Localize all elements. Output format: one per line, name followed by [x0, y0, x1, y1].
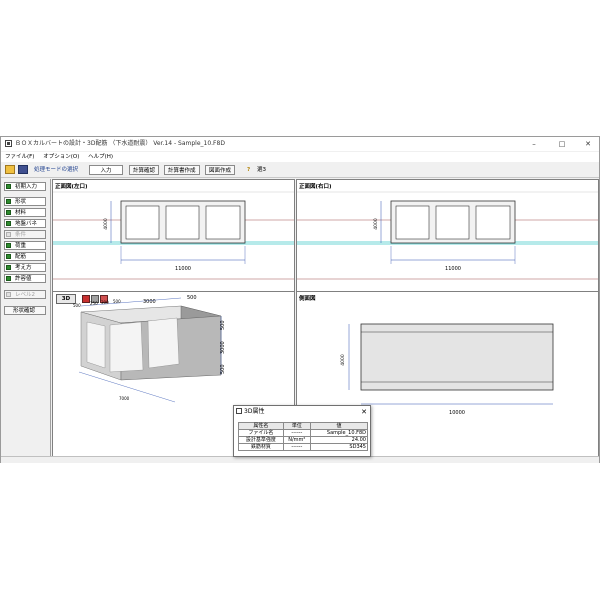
- shape-check-button[interactable]: 形状確認: [4, 306, 46, 315]
- width-dimension: 11000: [445, 266, 461, 272]
- sidebar-item-rebar[interactable]: 配筋: [4, 252, 46, 261]
- header-unit: 単位: [282, 422, 311, 430]
- height-dimension: 4000: [103, 218, 109, 230]
- 3d-right-dim-2: 3000: [220, 341, 226, 354]
- sidebar-item-shape[interactable]: 形状: [4, 197, 46, 206]
- 3d-right-dim-3: 500: [220, 364, 226, 374]
- header-attribute: 属性名: [238, 422, 284, 430]
- sidebar-item-level2[interactable]: レベル2: [4, 290, 46, 299]
- 3d-top-dimension: 3000: [143, 299, 156, 305]
- dialog-close-button[interactable]: ✕: [361, 406, 367, 418]
- table-row[interactable]: 鉄筋材質 ------ SD345: [238, 443, 369, 451]
- 3d-depth-dimension: 7000: [119, 396, 130, 401]
- front-view-left-pane[interactable]: 正面図(左口) 11000 4000: [52, 179, 295, 293]
- sidebar: 初期入力 形状 材料 地盤バネ 条件 荷重 配筋 考え方 許容値 レベル2 形状…: [2, 179, 51, 457]
- length-dimension: 10000: [449, 410, 465, 416]
- mode-select-label: 処理モードの選択: [34, 167, 79, 173]
- table-header-row: 属性名 単位 値: [238, 422, 369, 430]
- sidebar-item-ground-spring[interactable]: 地盤バネ: [4, 219, 46, 228]
- close-button[interactable]: ✕: [579, 137, 597, 151]
- minimize-button[interactable]: –: [525, 137, 543, 151]
- report-create-button[interactable]: 計算書作成: [164, 165, 200, 175]
- check-icon: [6, 199, 11, 204]
- menu-option[interactable]: オプション(O): [43, 154, 79, 160]
- app-icon: [5, 140, 12, 147]
- sidebar-item-load[interactable]: 荷重: [4, 241, 46, 250]
- save-icon[interactable]: [18, 165, 28, 174]
- 3d-small2-dimension: 300: [101, 300, 109, 305]
- drawing-create-button[interactable]: 図面作成: [205, 165, 236, 175]
- sidebar-item-condition[interactable]: 条件: [4, 230, 46, 239]
- check-icon: [6, 276, 11, 281]
- 3d-small1-dimension: 250: [90, 301, 98, 306]
- check-icon: [6, 210, 11, 215]
- width-dimension: 11000: [175, 266, 191, 272]
- front-view-left-drawing: 11000 4000: [53, 191, 294, 280]
- front-view-right-drawing: 11000 4000: [297, 191, 598, 280]
- maximize-button[interactable]: □: [553, 137, 571, 151]
- menu-file[interactable]: ファイル(F): [5, 154, 34, 160]
- sidebar-item-allowable[interactable]: 許容値: [4, 274, 46, 283]
- check-icon: [6, 232, 11, 237]
- front-view-right-pane[interactable]: 正面図(右口) 11000 4000: [296, 179, 599, 293]
- sidebar-item-policy[interactable]: 考え方: [4, 263, 46, 272]
- attribute-table: 属性名 単位 値 ファイル名 ------ Sample_10.F8D 設計基準…: [238, 422, 369, 451]
- 3d-left-dimension: 500: [73, 303, 81, 308]
- 3d-right-dim-1: 500: [220, 320, 226, 330]
- table-row[interactable]: 設計基準強度 N/mm² 24.00: [238, 436, 369, 444]
- window-title: ＢＯＸカルバートの設計・3D配筋 （下水道耐震） Ver.14 - Sample…: [15, 140, 225, 147]
- toolbar-extra-label[interactable]: 選3: [257, 165, 266, 175]
- check-icon: [6, 221, 11, 226]
- dialog-title: 3D属性: [244, 408, 265, 415]
- status-bar: [1, 456, 599, 463]
- help-question-icon[interactable]: ?: [247, 165, 250, 175]
- menu-bar: ファイル(F) オプション(O) ヘルプ(H): [1, 152, 599, 162]
- sidebar-item-initial-input[interactable]: 初期入力: [4, 182, 46, 191]
- 3d-small3-dimension: 500: [113, 299, 121, 304]
- 3d-top2-dimension: 500: [187, 295, 197, 301]
- calc-check-button[interactable]: 計算確認: [129, 165, 160, 175]
- mode-input-button[interactable]: 入力: [89, 165, 123, 175]
- check-icon: [6, 254, 11, 259]
- header-value: 値: [309, 422, 369, 430]
- menu-help[interactable]: ヘルプ(H): [88, 154, 113, 160]
- sidebar-item-material[interactable]: 材料: [4, 208, 46, 217]
- check-icon: [6, 243, 11, 248]
- height-dimension: 4000: [373, 218, 379, 230]
- height-dimension: 4000: [340, 354, 346, 366]
- check-icon: [6, 184, 11, 189]
- toolbar: 処理モードの選択 入力 計算確認 計算書作成 図面作成 ? 選3: [1, 163, 599, 178]
- check-icon: [6, 292, 11, 297]
- check-icon: [6, 265, 11, 270]
- dialog-icon: [236, 408, 242, 414]
- title-bar: ＢＯＸカルバートの設計・3D配筋 （下水道耐震） Ver.14 - Sample…: [1, 137, 599, 151]
- 3d-attribute-dialog: 3D属性 ✕ 属性名 単位 値 ファイル名 ------ Sample_10.F…: [233, 405, 371, 457]
- folder-open-icon[interactable]: [5, 165, 15, 174]
- table-row[interactable]: ファイル名 ------ Sample_10.F8D: [238, 429, 369, 437]
